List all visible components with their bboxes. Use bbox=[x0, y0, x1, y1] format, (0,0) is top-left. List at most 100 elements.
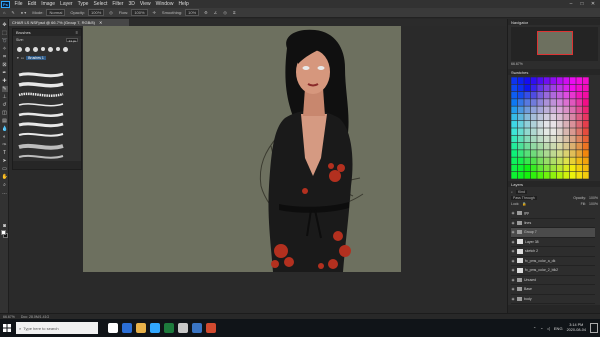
color-swatch[interactable] bbox=[517, 164, 524, 172]
color-swatch[interactable] bbox=[517, 157, 524, 165]
brush-tip[interactable] bbox=[33, 46, 38, 52]
brush-stroke-previews[interactable] bbox=[17, 69, 67, 161]
color-swatch[interactable] bbox=[582, 77, 589, 84]
color-swatch[interactable] bbox=[517, 84, 524, 92]
taskbar-search-input[interactable]: ⌕ Type here to search bbox=[16, 322, 98, 334]
network-icon[interactable]: ◔ bbox=[540, 326, 542, 331]
color-swatch[interactable] bbox=[550, 99, 557, 106]
color-swatch[interactable] bbox=[530, 172, 537, 179]
color-swatch[interactable] bbox=[511, 172, 518, 179]
color-swatch[interactable] bbox=[563, 150, 570, 157]
color-swatch[interactable] bbox=[550, 172, 557, 179]
pressure-opacity-icon[interactable]: ◎ bbox=[106, 10, 116, 15]
color-swatch[interactable] bbox=[537, 113, 544, 121]
color-swatch[interactable] bbox=[530, 164, 537, 172]
mode-select[interactable]: Normal bbox=[46, 9, 66, 16]
brushes-panel-header[interactable]: Brushes ≡ bbox=[13, 29, 81, 36]
color-swatch[interactable] bbox=[537, 150, 544, 157]
taskbar-app-icon[interactable] bbox=[122, 323, 132, 333]
healing-tool-icon[interactable]: ✚ bbox=[2, 78, 8, 84]
color-swatch[interactable] bbox=[576, 157, 583, 165]
menu-type[interactable]: Type bbox=[75, 1, 91, 7]
hand-tool-icon[interactable]: ✋ bbox=[2, 174, 8, 180]
color-swatch[interactable] bbox=[537, 142, 544, 150]
layer-opacity-field[interactable]: 100% bbox=[589, 196, 598, 200]
color-swatch[interactable] bbox=[530, 113, 537, 121]
color-swatch[interactable] bbox=[576, 84, 583, 92]
eyedropper-tool-icon[interactable]: ✒ bbox=[2, 70, 8, 76]
maximize-icon[interactable]: □ bbox=[577, 0, 587, 8]
color-swatch[interactable] bbox=[530, 150, 537, 157]
panel-menu-icon[interactable]: ≡ bbox=[76, 30, 81, 35]
color-swatch[interactable] bbox=[537, 91, 544, 99]
color-swatch[interactable] bbox=[524, 84, 531, 92]
gradient-tool-icon[interactable]: ▤ bbox=[2, 118, 8, 124]
color-swatch[interactable] bbox=[556, 113, 563, 121]
layers-panel-header[interactable]: Layers bbox=[508, 181, 600, 187]
color-swatch[interactable] bbox=[556, 121, 563, 128]
layer-row[interactable]: ◉ Group 7 bbox=[511, 228, 595, 238]
smoothing-field[interactable]: 10% bbox=[185, 9, 200, 16]
layer-row[interactable]: ◉ Layer 38 bbox=[511, 238, 595, 247]
status-zoom[interactable]: 66.67% bbox=[3, 315, 15, 319]
color-swatch[interactable] bbox=[569, 142, 576, 150]
color-swatch[interactable] bbox=[524, 113, 531, 121]
color-swatch[interactable] bbox=[511, 157, 518, 165]
color-swatch[interactable] bbox=[563, 121, 570, 128]
menu-file[interactable]: File bbox=[12, 1, 25, 7]
history-brush-tool-icon[interactable]: ↺ bbox=[2, 102, 8, 108]
color-swatch[interactable] bbox=[576, 164, 583, 172]
color-swatch[interactable] bbox=[550, 91, 557, 99]
layer-row[interactable]: ◉ fx_pms_color_a_dk bbox=[511, 257, 595, 266]
menu-select[interactable]: Select bbox=[91, 1, 110, 7]
layer-filter-select[interactable]: Kind bbox=[515, 190, 527, 194]
color-swatch[interactable] bbox=[517, 150, 524, 157]
color-swatch[interactable] bbox=[524, 135, 531, 143]
color-swatch[interactable] bbox=[543, 172, 550, 179]
color-swatch[interactable] bbox=[556, 91, 563, 99]
color-swatch[interactable] bbox=[537, 172, 544, 179]
color-swatch[interactable] bbox=[530, 84, 537, 92]
color-swatch[interactable] bbox=[543, 164, 550, 172]
color-swatch[interactable] bbox=[543, 135, 550, 143]
color-swatch[interactable] bbox=[576, 121, 583, 128]
color-swatch[interactable] bbox=[576, 142, 583, 150]
color-swatch[interactable] bbox=[563, 113, 570, 121]
color-swatch[interactable] bbox=[556, 142, 563, 150]
zoom-tool-icon[interactable]: ⌕ bbox=[2, 182, 8, 188]
color-swatch[interactable] bbox=[556, 128, 563, 135]
color-swatch[interactable] bbox=[537, 77, 544, 84]
menu-image[interactable]: Image bbox=[39, 1, 58, 7]
color-swatch[interactable] bbox=[543, 106, 550, 114]
type-tool-icon[interactable]: T bbox=[2, 150, 8, 156]
color-swatch[interactable] bbox=[511, 91, 518, 99]
color-swatch[interactable] bbox=[543, 77, 550, 84]
color-swatch[interactable] bbox=[524, 121, 531, 128]
taskbar-app-icon[interactable] bbox=[108, 323, 118, 333]
color-swatch[interactable] bbox=[569, 84, 576, 92]
color-swatch[interactable] bbox=[517, 142, 524, 150]
layer-row[interactable]: ◉ body bbox=[511, 295, 595, 304]
color-swatch[interactable] bbox=[576, 128, 583, 135]
document-tab[interactable]: CHAR LS NSFpsd @ 66.7% (Group 7, RGB/8) … bbox=[9, 19, 129, 26]
color-swatch[interactable] bbox=[556, 150, 563, 157]
angle-icon[interactable]: ∠ bbox=[211, 10, 221, 15]
brush-tip[interactable] bbox=[48, 46, 53, 52]
color-swatch[interactable] bbox=[569, 113, 576, 121]
color-swatch[interactable] bbox=[530, 128, 537, 135]
color-swatch[interactable] bbox=[569, 99, 576, 106]
color-swatch[interactable] bbox=[550, 113, 557, 121]
color-swatch[interactable] bbox=[582, 150, 589, 157]
taskbar-app-icon[interactable] bbox=[206, 323, 216, 333]
opacity-field[interactable]: 100% bbox=[88, 9, 105, 16]
navigator-preview[interactable] bbox=[511, 27, 598, 61]
brush-size-field[interactable]: 21 px bbox=[66, 37, 78, 43]
brush-tip[interactable] bbox=[17, 46, 22, 52]
color-swatch[interactable] bbox=[563, 91, 570, 99]
notification-center-icon[interactable] bbox=[590, 323, 598, 333]
color-swatch[interactable] bbox=[576, 91, 583, 99]
volume-icon[interactable]: ◁ bbox=[547, 326, 550, 331]
move-tool-icon[interactable]: ✥ bbox=[2, 22, 8, 28]
color-swatch[interactable] bbox=[524, 172, 531, 179]
color-swatch[interactable] bbox=[569, 91, 576, 99]
